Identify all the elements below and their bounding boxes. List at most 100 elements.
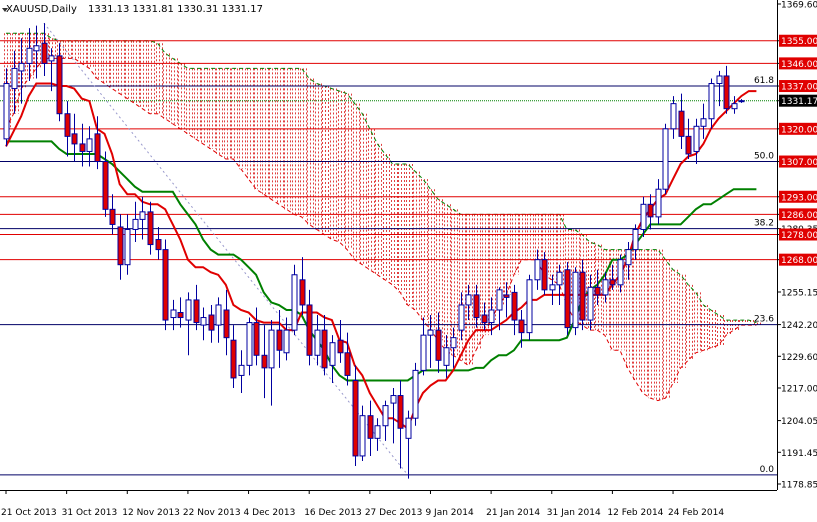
candle-body bbox=[572, 271, 579, 329]
candle-body bbox=[352, 379, 359, 457]
candle-body bbox=[488, 309, 495, 324]
x-tick-label: 12 Feb 2014 bbox=[607, 508, 663, 518]
candle-body bbox=[481, 314, 488, 324]
candle-body bbox=[283, 329, 290, 354]
candle-body bbox=[64, 113, 71, 137]
candle-body bbox=[337, 339, 344, 354]
candle-body bbox=[526, 279, 533, 334]
candle-body bbox=[655, 188, 662, 218]
candle-body bbox=[549, 284, 556, 291]
candle-body bbox=[662, 128, 669, 190]
candle-body bbox=[587, 286, 594, 321]
candle-body bbox=[329, 342, 336, 366]
y-tick-label: 1268.00 bbox=[781, 256, 817, 266]
candle-body bbox=[71, 133, 78, 145]
candle-body bbox=[412, 369, 419, 419]
candle-body bbox=[397, 395, 404, 429]
candle-body bbox=[200, 317, 207, 326]
candle-body bbox=[579, 271, 586, 321]
candle-body bbox=[177, 312, 184, 319]
y-tick-label: 1320.00 bbox=[781, 125, 817, 135]
candle-body bbox=[625, 249, 632, 266]
candle-body bbox=[11, 67, 18, 90]
x-tick-label: 27 Dec 2013 bbox=[365, 508, 423, 518]
candle-body bbox=[193, 299, 200, 324]
candle-body bbox=[541, 259, 548, 291]
y-tick-label: 1217.00 bbox=[781, 385, 817, 395]
candle-body bbox=[700, 118, 707, 127]
candlestick-chart: 61.8 50.0 38.2 23.6 0.0 1369.60 1355.00 1346.0… bbox=[0, 0, 817, 518]
chart-container: 61.8 50.0 38.2 23.6 0.0 1369.60 1355.00 1346.0… bbox=[0, 0, 817, 518]
x-tick-label: 4 Dec 2013 bbox=[244, 508, 296, 518]
candle-body bbox=[693, 125, 700, 152]
candle-body bbox=[556, 271, 563, 286]
candle-body bbox=[640, 203, 647, 230]
candle-body bbox=[268, 329, 275, 369]
candle-body bbox=[670, 103, 677, 130]
candle-body bbox=[291, 274, 298, 331]
y-tick-label: 1369.60 bbox=[781, 1, 817, 11]
candle-body bbox=[602, 279, 609, 296]
candle-body bbox=[359, 415, 366, 457]
candle-body bbox=[215, 304, 222, 326]
y-tick-label: 1178.85 bbox=[781, 481, 817, 491]
y-tick-label: 1355.00 bbox=[781, 37, 817, 47]
y-tick-label: 1242.20 bbox=[781, 321, 817, 331]
candle-body bbox=[26, 47, 33, 64]
candle-body bbox=[716, 75, 723, 85]
y-tick-label: 1337.00 bbox=[781, 83, 817, 93]
candle-body bbox=[33, 45, 40, 52]
candle-body bbox=[534, 259, 541, 281]
candle-body bbox=[367, 415, 374, 439]
candle-body bbox=[86, 138, 93, 152]
y-tick-label: 1204.05 bbox=[781, 417, 817, 427]
candle-body bbox=[465, 294, 472, 306]
chart-header: XAUUSD,Daily 1331.13 1331.81 1330.31 133… bbox=[2, 4, 263, 15]
candle-body bbox=[3, 83, 10, 140]
candle-body bbox=[738, 100, 745, 103]
candle-body bbox=[594, 286, 601, 296]
candle-body bbox=[94, 133, 101, 163]
candle-body bbox=[56, 55, 63, 115]
candle-body bbox=[79, 143, 86, 152]
candle-body bbox=[390, 395, 397, 404]
candle-body bbox=[124, 228, 131, 266]
candle-body bbox=[420, 334, 427, 371]
x-tick-label: 31 Jan 2014 bbox=[547, 508, 601, 518]
fibonacci-label: 50.0 bbox=[754, 152, 774, 162]
candle-body bbox=[41, 42, 48, 64]
y-tick-label: 1191.45 bbox=[781, 449, 817, 459]
candle-body bbox=[147, 211, 154, 246]
symbol-label: XAUUSD,Daily bbox=[6, 4, 77, 15]
candle-body bbox=[139, 211, 146, 220]
candle-body bbox=[321, 329, 328, 369]
fibonacci-label: 61.8 bbox=[754, 76, 774, 86]
y-tick-label: 1286.00 bbox=[781, 211, 817, 221]
candle-body bbox=[48, 55, 55, 62]
candle-body bbox=[564, 269, 571, 329]
candle-body bbox=[223, 309, 230, 339]
candle-body bbox=[511, 291, 518, 321]
candle-body bbox=[344, 352, 351, 376]
candle-body bbox=[253, 322, 260, 356]
candle-body bbox=[435, 329, 442, 361]
candle-body bbox=[276, 329, 283, 351]
candle-body bbox=[731, 103, 738, 110]
candle-body bbox=[443, 347, 450, 366]
candle-body bbox=[306, 304, 313, 356]
candle-body bbox=[450, 337, 457, 349]
candle-body bbox=[109, 208, 116, 225]
fibonacci-label: 23.6 bbox=[754, 315, 774, 325]
candle-body bbox=[647, 203, 654, 218]
y-tick-label: 1278.00 bbox=[781, 231, 817, 241]
candle-body bbox=[117, 226, 124, 266]
ohlc-readout: 1331.13 1331.81 1330.31 1331.17 bbox=[88, 4, 263, 15]
candle-body bbox=[185, 299, 192, 321]
x-tick-label: 9 Jan 2014 bbox=[425, 508, 473, 518]
candle-body bbox=[162, 249, 169, 321]
candle-body bbox=[132, 218, 139, 230]
candle-body bbox=[708, 83, 715, 120]
candle-body bbox=[230, 339, 237, 379]
candle-body bbox=[374, 425, 381, 439]
x-tick-label: 21 Jan 2014 bbox=[486, 508, 540, 518]
